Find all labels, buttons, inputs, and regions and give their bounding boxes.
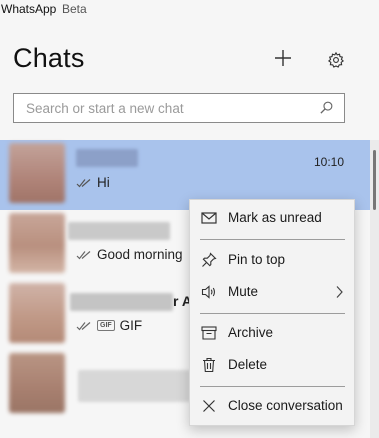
contact-name-blurred	[70, 293, 173, 311]
menu-item-label: Close conversation	[228, 398, 343, 413]
gif-badge-icon: GIF	[97, 320, 115, 331]
pin-icon	[202, 252, 217, 267]
page-title: Chats	[13, 43, 85, 73]
title-bar: WhatsApp Beta	[0, 0, 379, 22]
contact-name-blurred	[78, 370, 190, 402]
message-preview-text: GIF	[119, 318, 143, 333]
avatar	[9, 143, 65, 203]
app-name: WhatsApp	[1, 2, 57, 16]
mail-icon	[201, 212, 217, 224]
avatar	[9, 283, 65, 343]
new-chat-button[interactable]	[269, 44, 297, 72]
search-box	[13, 93, 345, 123]
menu-item-label: Delete	[228, 357, 268, 372]
menu-item-label: Mark as unread	[228, 210, 322, 225]
message-preview-text: Hi	[97, 175, 110, 190]
app-tag: Beta	[62, 2, 87, 16]
message-preview-text: Good morning	[97, 247, 183, 262]
speaker-icon	[201, 285, 215, 299]
trash-icon	[203, 357, 215, 373]
chevron-right-icon	[336, 286, 343, 298]
message-preview: Good morning	[76, 247, 183, 262]
message-time: 10:10	[313, 155, 344, 169]
message-preview: Hi	[76, 175, 110, 190]
close-icon	[203, 400, 215, 412]
menu-separator	[200, 313, 345, 314]
menu-separator	[200, 386, 345, 387]
menu-item-delete[interactable]: Delete	[190, 350, 354, 380]
context-menu: Mark as unread Pin to top Mute Archive D…	[189, 199, 355, 426]
contact-name-blurred	[68, 222, 170, 240]
menu-item-close-conversation[interactable]: Close conversation	[190, 391, 354, 421]
avatar	[9, 353, 65, 413]
chats-header: Chats	[0, 22, 379, 140]
plus-icon	[275, 50, 291, 66]
menu-item-label: Pin to top	[228, 252, 286, 267]
search-icon[interactable]	[319, 100, 334, 120]
menu-item-mark-as-unread[interactable]: Mark as unread	[190, 203, 354, 233]
menu-item-label: Mute	[228, 284, 259, 299]
menu-separator	[200, 239, 345, 240]
scrollbar-thumb[interactable]	[373, 150, 376, 210]
search-input[interactable]	[26, 99, 316, 117]
menu-item-archive[interactable]: Archive	[190, 318, 354, 348]
double-check-icon	[76, 250, 91, 259]
whatsapp-window: WhatsApp Beta Chats Search or start a ne…	[0, 0, 379, 438]
menu-item-pin-to-top[interactable]: Pin to top	[190, 245, 354, 275]
gear-icon	[327, 51, 345, 68]
double-check-icon	[76, 178, 91, 187]
archive-icon	[201, 326, 217, 340]
contact-name-blurred	[76, 149, 138, 167]
menu-item-label: Archive	[228, 325, 274, 340]
double-check-icon	[76, 321, 91, 330]
settings-button[interactable]	[322, 46, 350, 74]
avatar	[9, 213, 65, 273]
message-preview: GIF GIF	[76, 318, 142, 333]
menu-item-mute[interactable]: Mute	[190, 277, 354, 307]
chat-list-scrollbar[interactable]	[370, 140, 379, 438]
